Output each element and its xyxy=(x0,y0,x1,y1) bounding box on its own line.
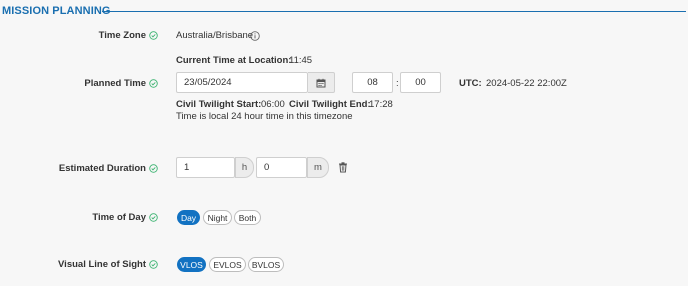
visual-line-of-sight-label: Visual Line of Sight xyxy=(58,259,146,270)
check-circle-icon xyxy=(149,79,158,88)
time-of-day-label-row: Time of Day xyxy=(92,212,158,223)
duration-hours-input[interactable]: 1 xyxy=(176,157,235,178)
section-divider xyxy=(102,11,686,12)
visual-line-of-sight-label-row: Visual Line of Sight xyxy=(58,259,158,270)
vlos-option-evlos[interactable]: EVLOS xyxy=(209,257,246,272)
check-circle-icon xyxy=(149,260,158,269)
estimated-duration-label-row: Estimated Duration xyxy=(59,163,158,174)
minutes-unit: m xyxy=(307,157,329,178)
utc-label: UTC: xyxy=(459,78,482,89)
hours-unit: h xyxy=(235,157,254,178)
info-icon[interactable] xyxy=(250,31,260,41)
calendar-button[interactable] xyxy=(308,72,335,93)
time-zone-value: Australia/Brisbane xyxy=(176,30,254,41)
check-circle-icon xyxy=(149,213,158,222)
time-separator: : xyxy=(396,78,399,89)
planned-hour-input[interactable]: 08 xyxy=(352,72,393,93)
twilight-start-label: Civil Twilight Start: xyxy=(176,99,262,110)
section-header: MISSION PLANNING xyxy=(0,0,688,22)
vlos-option-vlos[interactable]: VLOS xyxy=(177,257,206,272)
time-of-day-label: Time of Day xyxy=(92,212,146,223)
timezone-note: Time is local 24 hour time in this timez… xyxy=(176,111,353,122)
vlos-option-bvlos[interactable]: BVLOS xyxy=(248,257,284,272)
time-zone-label: Time Zone xyxy=(98,30,146,41)
planned-date-input[interactable]: 23/05/2024 xyxy=(176,72,308,93)
time-of-day-option-night[interactable]: Night xyxy=(203,210,232,225)
time-of-day-option-day[interactable]: Day xyxy=(177,210,200,225)
planned-time-label: Planned Time xyxy=(84,78,146,89)
time-zone-label-row: Time Zone xyxy=(99,30,158,41)
section-title: MISSION PLANNING xyxy=(2,5,111,17)
check-circle-icon xyxy=(149,31,158,40)
check-circle-icon xyxy=(149,164,158,173)
twilight-end-label: Civil Twilight End: xyxy=(289,99,371,110)
trash-icon[interactable] xyxy=(338,162,348,173)
planned-time-label-row: Planned Time xyxy=(84,78,158,89)
current-time-label: Current Time at Location: xyxy=(176,55,292,66)
planned-minute-input[interactable]: 00 xyxy=(400,72,441,93)
utc-value: 2024-05-22 22:00Z xyxy=(486,78,567,89)
time-of-day-option-both[interactable]: Both xyxy=(234,210,261,225)
twilight-end-value: 17:28 xyxy=(369,99,393,110)
estimated-duration-label: Estimated Duration xyxy=(58,163,146,174)
duration-minutes-input[interactable]: 0 xyxy=(256,157,307,178)
current-time-value: 11:45 xyxy=(289,55,313,66)
twilight-start-value: 06:00 xyxy=(261,99,285,110)
calendar-icon xyxy=(316,78,326,87)
